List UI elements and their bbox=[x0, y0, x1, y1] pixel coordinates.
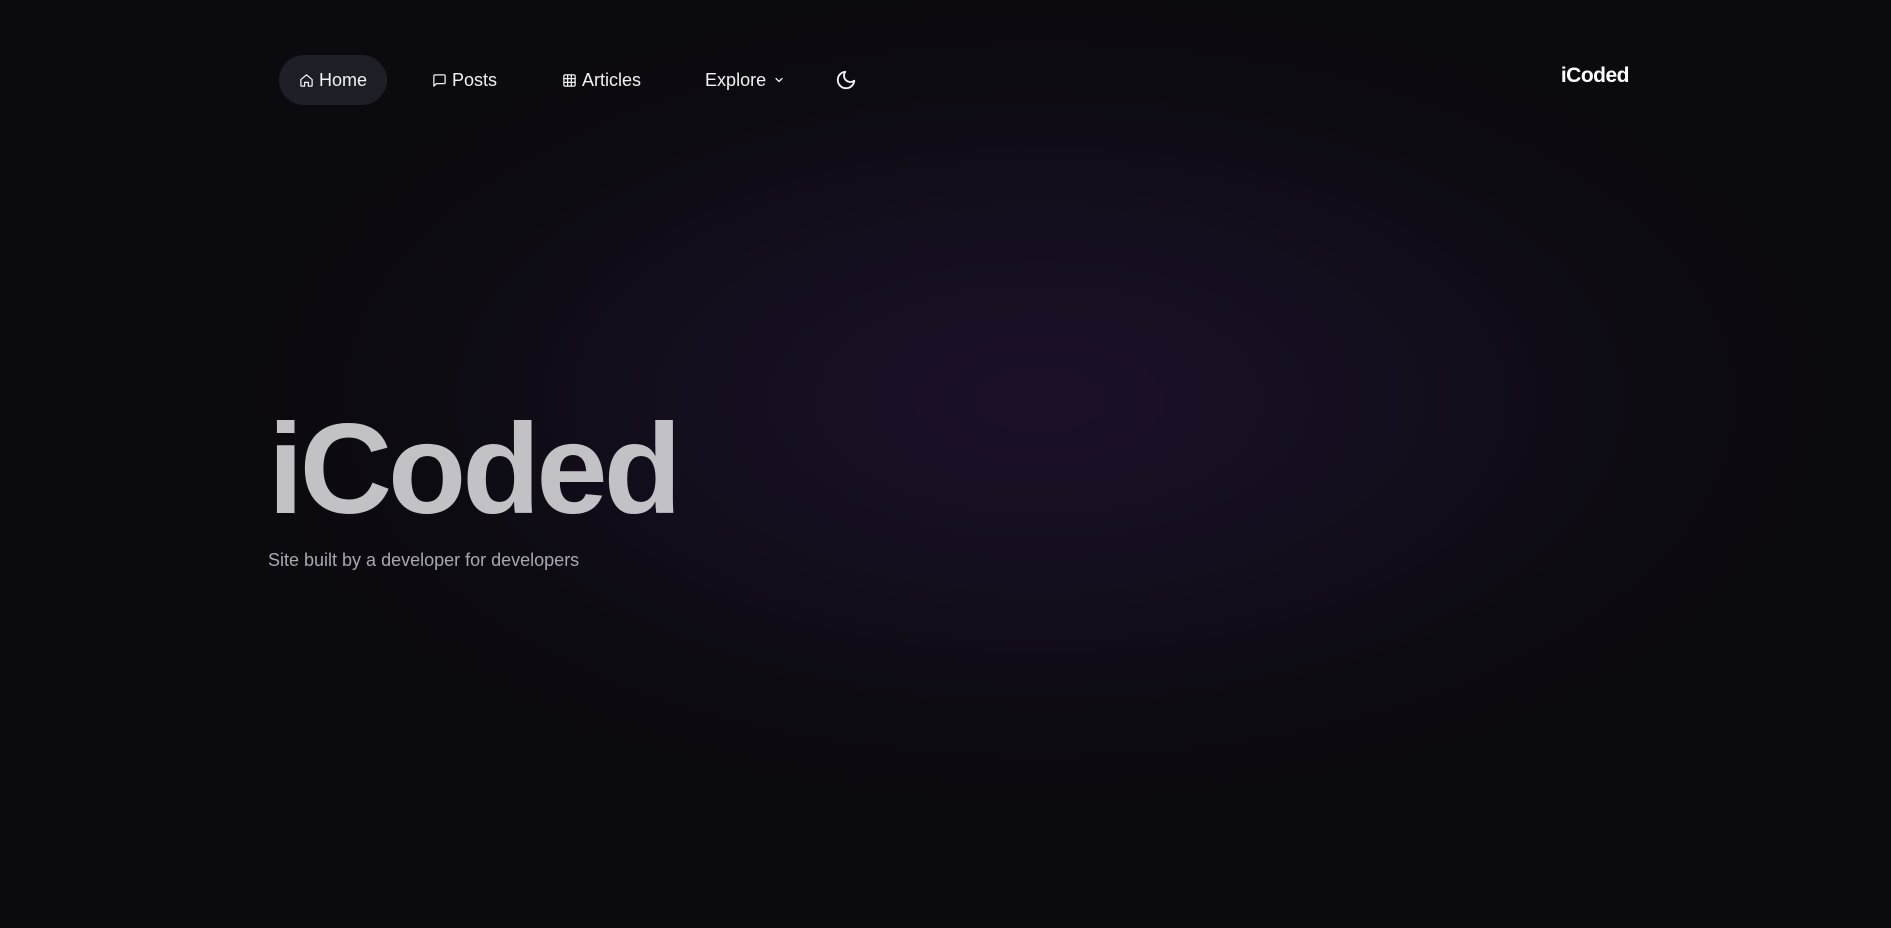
theme-toggle-button[interactable] bbox=[826, 60, 866, 100]
nav-item-posts-label: Posts bbox=[452, 69, 498, 90]
nav-item-posts[interactable]: Posts bbox=[411, 55, 517, 105]
moon-icon bbox=[835, 69, 857, 91]
chevron-down-icon bbox=[772, 73, 786, 87]
home-icon bbox=[299, 72, 314, 88]
grid-icon bbox=[561, 72, 577, 88]
message-square-icon bbox=[431, 72, 447, 88]
hero-section: iCoded Site built by a developer for dev… bbox=[268, 398, 682, 571]
nav-item-articles-label: Articles bbox=[582, 69, 642, 90]
hero-title: iCoded bbox=[268, 398, 682, 541]
brand-logo[interactable]: iCoded bbox=[1561, 64, 1630, 88]
nav-item-explore-label: Explore bbox=[705, 69, 767, 90]
nav-item-articles[interactable]: Articles bbox=[541, 55, 661, 105]
main-nav: Home Posts Articles Explore bbox=[279, 55, 866, 105]
nav-item-explore[interactable]: Explore bbox=[685, 55, 806, 105]
nav-item-home-label: Home bbox=[319, 69, 368, 90]
hero-subtitle: Site built by a developer for developers bbox=[268, 550, 580, 570]
nav-item-home[interactable]: Home bbox=[279, 55, 387, 105]
